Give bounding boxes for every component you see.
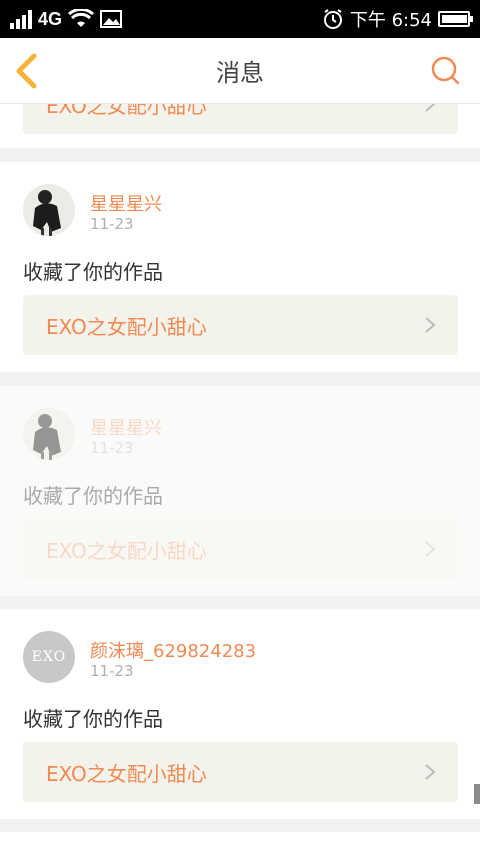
alarm-icon (323, 9, 342, 29)
chevron-right-icon (425, 104, 436, 112)
username[interactable]: 颜沫璃_629824283 (90, 637, 256, 663)
work-title: EXO之女配小甜心 (46, 761, 207, 786)
chevron-right-icon (425, 764, 436, 780)
wifi-icon (68, 9, 95, 27)
message-date: 11-23 (90, 439, 134, 457)
username[interactable]: 星星星兴 (90, 190, 162, 216)
work-link[interactable]: EXO之女配小甜心 (23, 742, 458, 802)
message-date: 11-23 (90, 662, 134, 680)
work-title: EXO之女配小甜心 (46, 314, 207, 339)
message-date: 11-23 (90, 215, 134, 233)
status-left: 4G (10, 8, 123, 30)
avatar[interactable] (23, 408, 75, 460)
chevron-right-icon (425, 317, 436, 333)
message-card-partial[interactable] (0, 832, 480, 854)
message-card[interactable]: 星星星兴 11-23 收藏了你的作品 EXO之女配小甜心 (0, 162, 480, 372)
avatar[interactable]: EXO (23, 631, 75, 683)
page-title: 消息 (216, 59, 264, 87)
message-card-partial[interactable]: EXO之女配小甜心 (0, 104, 480, 148)
username[interactable]: 星星星兴 (90, 414, 162, 440)
message-action: 收藏了你的作品 (23, 260, 163, 284)
status-bar: 4G 下午 6:54 (0, 0, 480, 38)
work-link[interactable]: EXO之女配小甜心 (23, 519, 458, 579)
status-right: 下午 6:54 (322, 6, 473, 32)
image-icon (100, 10, 123, 28)
scrollbar[interactable] (474, 784, 480, 804)
work-title: EXO之女配小甜心 (46, 538, 207, 563)
message-action: 收藏了你的作品 (23, 484, 163, 508)
user-photo-icon (23, 184, 75, 236)
user-photo-icon (23, 408, 75, 460)
message-card[interactable]: EXO 颜沫璃_629824283 11-23 收藏了你的作品 EXO之女配小甜… (0, 609, 480, 819)
search-icon[interactable] (428, 53, 462, 87)
network-label: 4G (38, 8, 63, 29)
work-link[interactable]: EXO之女配小甜心 (23, 104, 458, 134)
message-card[interactable]: 星星星兴 11-23 收藏了你的作品 EXO之女配小甜心 (0, 386, 480, 596)
message-action: 收藏了你的作品 (23, 707, 163, 731)
chevron-right-icon (425, 541, 436, 557)
avatar-text: EXO (31, 649, 67, 665)
signal-icon (10, 9, 32, 29)
status-time: 下午 6:54 (349, 10, 432, 31)
back-button[interactable] (10, 52, 46, 90)
message-list[interactable]: EXO之女配小甜心 星星星兴 11-23 收藏了你的作品 EXO之女配小甜心 星… (0, 104, 480, 854)
work-link[interactable]: EXO之女配小甜心 (23, 295, 458, 355)
work-title: EXO之女配小甜心 (46, 104, 207, 118)
battery-icon (438, 11, 473, 27)
app-header: 消息 (0, 38, 480, 104)
avatar[interactable] (23, 184, 75, 236)
